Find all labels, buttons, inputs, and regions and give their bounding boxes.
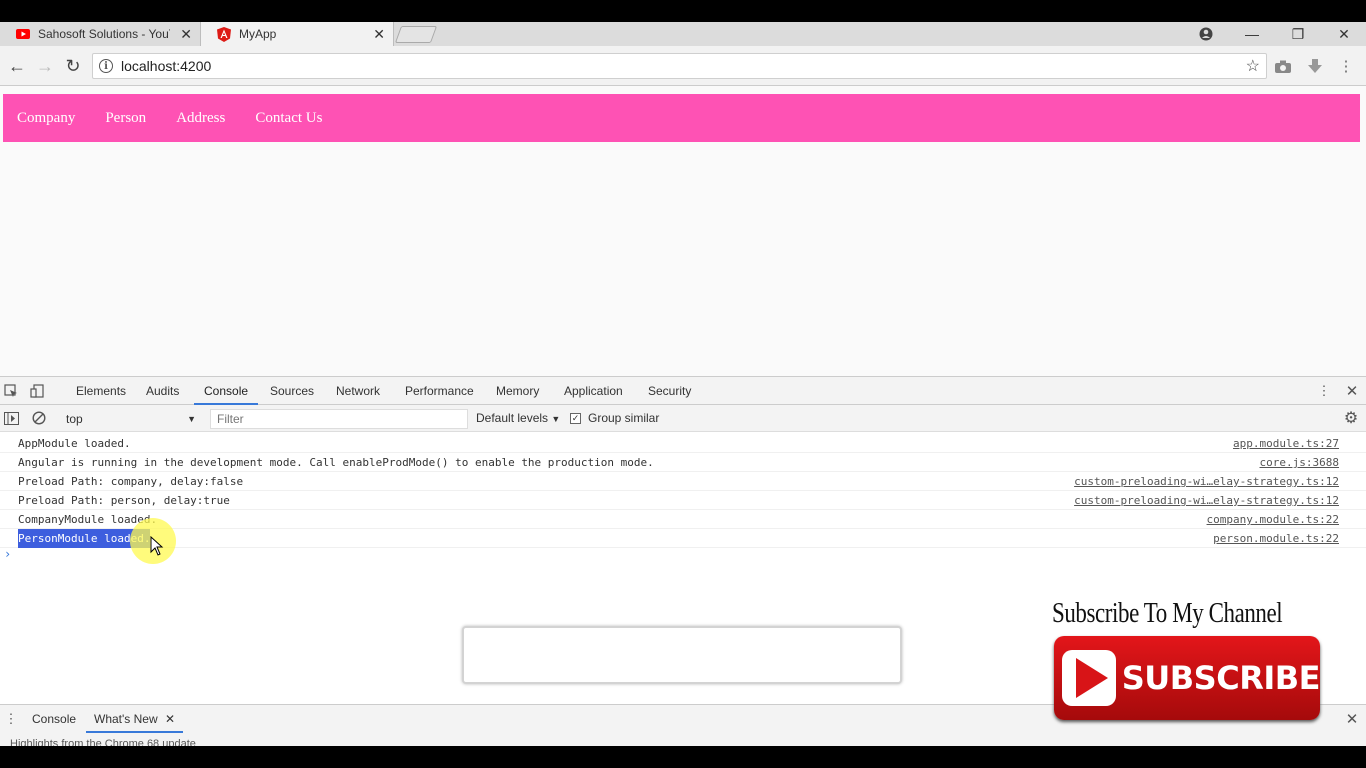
chevron-down-icon: ▼ (551, 414, 561, 424)
log-message: Preload Path: company, delay:false (18, 475, 244, 488)
log-source-link[interactable]: person.module.ts:22 (1213, 529, 1339, 548)
log-source-link[interactable]: app.module.ts:27 (1233, 434, 1339, 453)
address-bar[interactable]: i localhost:4200 ☆ (92, 53, 1267, 79)
tab-title: Sahosoft Solutions - YouT (38, 27, 170, 41)
tab-security[interactable]: Security (648, 377, 691, 405)
camera-icon[interactable] (1273, 56, 1293, 76)
log-message: AppModule loaded. (18, 437, 131, 450)
subscribe-label: SUBSCRIBE (1121, 659, 1321, 697)
log-row: AppModule loaded. app.module.ts:27 (0, 434, 1366, 453)
log-source-link[interactable]: custom-preloading-wi…elay-strategy.ts:12 (1074, 491, 1339, 510)
app-navbar: Company Person Address Contact Us (3, 94, 1360, 142)
tab-performance[interactable]: Performance (405, 377, 474, 405)
checkbox-checked-icon[interactable]: ✓ (570, 412, 581, 424)
gear-icon[interactable]: ⚙ (1342, 409, 1360, 427)
close-drawer-icon[interactable]: ✕ (1343, 710, 1361, 728)
profile-icon[interactable] (1183, 22, 1229, 46)
group-similar-label: Group similar (588, 411, 660, 425)
console-toolbar: top ▼ Default levels ▼ ✓ Group similar ⚙ (0, 405, 1366, 432)
drawer-tab-label: What's New (94, 712, 158, 726)
browser-toolbar: ← → ↻ i localhost:4200 ☆ ⋮ (0, 46, 1366, 86)
log-message: Angular is running in the development mo… (18, 456, 654, 469)
log-row: Angular is running in the development mo… (0, 453, 1366, 472)
close-devtools-icon[interactable]: ✕ (1343, 382, 1361, 400)
context-value: top (66, 411, 83, 426)
angular-icon (217, 26, 231, 42)
subscribe-button[interactable]: SUBSCRIBE (1054, 636, 1321, 720)
info-icon[interactable]: i (99, 59, 113, 73)
log-row-selected: PersonModule loaded. person.module.ts:22 (0, 529, 1366, 548)
device-toolbar-icon[interactable] (28, 382, 46, 400)
mouse-pointer-icon (150, 536, 164, 556)
play-icon (1062, 650, 1116, 706)
forward-icon[interactable]: → (34, 55, 56, 77)
letterbox-bottom (0, 746, 1366, 768)
close-icon[interactable]: ✕ (165, 712, 175, 726)
group-similar-toggle[interactable]: ✓ Group similar (570, 411, 659, 425)
tab-network[interactable]: Network (336, 377, 380, 405)
page-content: Company Person Address Contact Us (0, 86, 1366, 376)
tab-sources[interactable]: Sources (270, 377, 314, 405)
nav-person[interactable]: Person (105, 110, 146, 127)
back-icon[interactable]: ← (6, 55, 28, 77)
tab-strip: Sahosoft Solutions - YouT ✕ MyApp ✕ — ❐ … (0, 22, 1366, 46)
close-tab-icon[interactable]: ✕ (180, 26, 192, 43)
log-source-link[interactable]: company.module.ts:22 (1207, 510, 1339, 529)
devtools-tabbar: Elements Audits Console Sources Network … (0, 377, 1366, 405)
log-row: Preload Path: person, delay:true custom-… (0, 491, 1366, 510)
show-sidebar-icon[interactable] (2, 409, 20, 427)
restore-icon[interactable]: ❐ (1275, 22, 1321, 46)
context-select[interactable]: top ▼ (60, 409, 200, 428)
log-row: Preload Path: company, delay:false custo… (0, 472, 1366, 491)
close-tab-icon[interactable]: ✕ (373, 26, 385, 43)
tab-elements[interactable]: Elements (76, 377, 126, 405)
chevron-down-icon: ▼ (187, 413, 196, 424)
nav-contact-us[interactable]: Contact Us (255, 110, 322, 127)
new-tab-button[interactable] (394, 26, 438, 43)
subscribe-caption: Subscribe To My Channel (1052, 598, 1283, 629)
drawer-menu-icon[interactable]: ⋮ (2, 710, 20, 728)
tab-youtube[interactable]: Sahosoft Solutions - YouT ✕ (0, 22, 200, 46)
tab-audits[interactable]: Audits (146, 377, 179, 405)
youtube-icon (16, 27, 30, 41)
console-prompt[interactable]: › (4, 547, 11, 561)
nav-address[interactable]: Address (176, 110, 225, 127)
log-row: CompanyModule loaded. company.module.ts:… (0, 510, 1366, 529)
letterbox-top (0, 0, 1366, 22)
devtools-menu-icon[interactable]: ⋮ (1315, 382, 1333, 400)
log-message: Preload Path: person, delay:true (18, 494, 230, 507)
tab-myapp[interactable]: MyApp ✕ (200, 22, 394, 46)
levels-dropdown[interactable]: Default levels ▼ (476, 411, 560, 425)
download-icon[interactable] (1305, 56, 1325, 76)
drawer-tab-console[interactable]: Console (32, 705, 76, 733)
minimize-icon[interactable]: — (1229, 22, 1275, 46)
url-text: localhost:4200 (121, 58, 212, 74)
tab-title: MyApp (239, 27, 277, 41)
log-source-link[interactable]: custom-preloading-wi…elay-strategy.ts:12 (1074, 472, 1339, 491)
reload-icon[interactable]: ↻ (62, 55, 84, 77)
tab-application[interactable]: Application (564, 377, 623, 405)
log-source-link[interactable]: core.js:3688 (1260, 453, 1339, 472)
tab-console[interactable]: Console (194, 377, 259, 405)
bookmark-star-icon[interactable]: ☆ (1246, 56, 1260, 76)
clear-console-icon[interactable] (30, 409, 48, 427)
close-window-icon[interactable]: ✕ (1321, 22, 1366, 46)
menu-kebab-icon[interactable]: ⋮ (1336, 56, 1356, 76)
tab-memory[interactable]: Memory (496, 377, 539, 405)
inspect-element-icon[interactable] (2, 382, 20, 400)
nav-company[interactable]: Company (17, 110, 75, 127)
levels-label: Default levels (476, 411, 549, 425)
drawer-tab-whats-new[interactable]: What's New ✕ (86, 705, 184, 733)
overlay-box (462, 626, 902, 684)
filter-input[interactable] (210, 409, 468, 429)
